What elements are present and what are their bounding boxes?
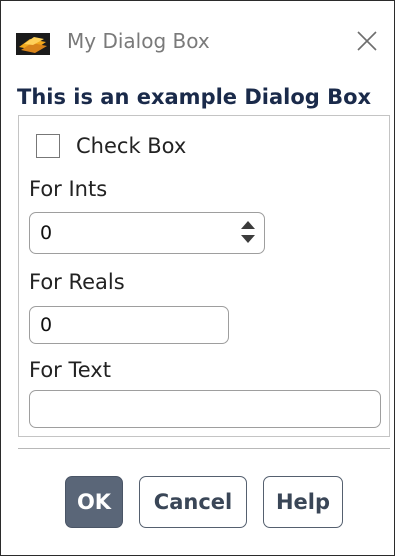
reals-input[interactable]: 0 <box>29 306 229 344</box>
ints-label: For Ints <box>29 177 108 201</box>
check-box[interactable] <box>36 134 60 158</box>
ok-button[interactable]: OK <box>65 476 123 528</box>
title-bar[interactable]: My Dialog Box <box>1 1 394 79</box>
reals-label: For Reals <box>29 270 125 294</box>
spinner-arrows-icon[interactable] <box>236 216 260 248</box>
check-box-row[interactable]: Check Box <box>36 133 186 159</box>
text-input[interactable] <box>29 390 381 428</box>
form-group-box: Check Box For Ints 0 For Reals 0 For Tex… <box>18 115 390 437</box>
close-button[interactable] <box>353 29 381 57</box>
app-logo-icon <box>16 33 50 55</box>
ints-input[interactable]: 0 <box>29 212 265 254</box>
check-box-label[interactable]: Check Box <box>76 134 186 158</box>
dialog-heading: This is an example Dialog Box <box>17 85 372 109</box>
help-button[interactable]: Help <box>263 476 343 528</box>
dialog-window: My Dialog Box This is an example Dialog … <box>0 0 395 556</box>
separator <box>18 448 390 450</box>
ints-value: 0 <box>40 222 53 244</box>
cancel-button[interactable]: Cancel <box>139 476 247 528</box>
text-label: For Text <box>29 358 111 382</box>
reals-value: 0 <box>40 314 53 336</box>
window-title: My Dialog Box <box>67 29 210 53</box>
close-icon <box>356 30 378 56</box>
